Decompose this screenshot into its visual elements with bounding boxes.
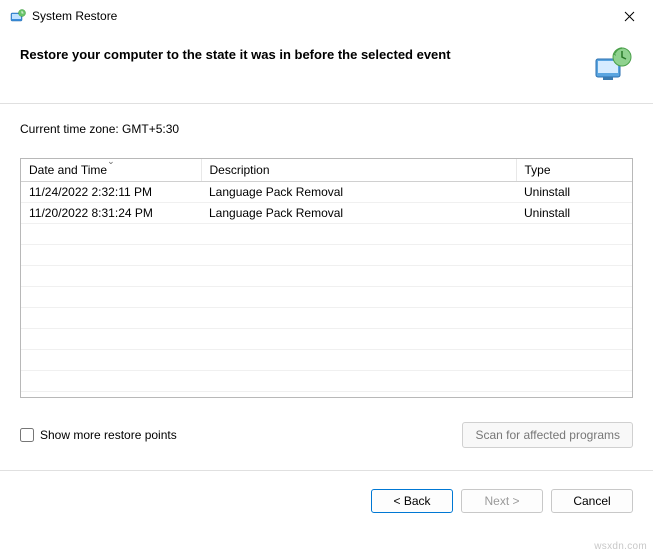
table-row	[21, 308, 632, 329]
header: Restore your computer to the state it wa…	[0, 31, 653, 104]
restore-hero-icon	[593, 45, 633, 85]
window-title: System Restore	[32, 9, 615, 23]
cancel-button[interactable]: Cancel	[551, 489, 633, 513]
table-row	[21, 224, 632, 245]
below-table-row: Show more restore points Scan for affect…	[0, 410, 653, 452]
sort-indicator-icon: ⌄	[107, 158, 115, 167]
close-button[interactable]	[615, 6, 643, 26]
footer-buttons: < Back Next > Cancel	[0, 471, 653, 513]
table-row[interactable]: 11/20/2022 8:31:24 PM Language Pack Remo…	[21, 203, 632, 224]
next-button[interactable]: Next >	[461, 489, 543, 513]
content-area: Current time zone: GMT+5:30 Date and Tim…	[0, 104, 653, 410]
scan-affected-button[interactable]: Scan for affected programs	[462, 422, 633, 448]
column-header-description[interactable]: Description	[201, 159, 516, 182]
show-more-label[interactable]: Show more restore points	[40, 428, 177, 442]
timezone-label: Current time zone: GMT+5:30	[20, 122, 633, 136]
system-restore-icon	[10, 8, 26, 24]
table-row	[21, 329, 632, 350]
title-bar: System Restore	[0, 0, 653, 31]
close-icon	[624, 11, 635, 22]
table-row	[21, 287, 632, 308]
restore-points-table[interactable]: Date and Time ⌄ Description Type 11/24/2…	[20, 158, 633, 398]
show-more-checkbox[interactable]	[20, 428, 34, 442]
table-row	[21, 350, 632, 371]
table-row	[21, 266, 632, 287]
watermark: wsxdn.com	[594, 541, 647, 552]
page-subtitle: Restore your computer to the state it wa…	[20, 45, 583, 62]
column-header-type[interactable]: Type	[516, 159, 632, 182]
table-row[interactable]: 11/24/2022 2:32:11 PM Language Pack Remo…	[21, 182, 632, 203]
back-button[interactable]: < Back	[371, 489, 453, 513]
table-row	[21, 371, 632, 392]
table-row	[21, 245, 632, 266]
column-header-datetime[interactable]: Date and Time ⌄	[21, 159, 201, 182]
